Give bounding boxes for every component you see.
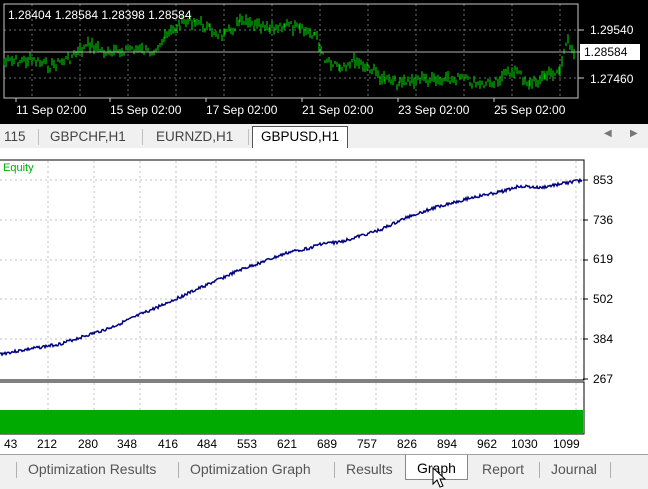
tab-divider xyxy=(178,462,179,478)
tab-divider xyxy=(248,129,249,145)
equity-chart-canvas xyxy=(0,159,588,435)
price-x-label: 21 Sep 02:00 xyxy=(302,103,374,117)
equity-x-label: 280 xyxy=(78,437,99,451)
scroll-right-icon[interactable]: ▶ xyxy=(630,128,638,139)
equity-y-label: 502 xyxy=(593,292,614,306)
equity-x-label: 1030 xyxy=(511,437,538,451)
equity-x-label: 826 xyxy=(397,437,418,451)
tab-symbol-gbpusd[interactable]: GBPUSD,H1 xyxy=(252,126,349,149)
equity-x-label: 484 xyxy=(197,437,218,451)
equity-x-label: 1099 xyxy=(553,437,580,451)
equity-x-label: 894 xyxy=(437,437,458,451)
tab-results[interactable]: Results xyxy=(346,459,393,479)
tester-tab-bar: Optimization Results Optimization Graph … xyxy=(0,454,648,489)
price-x-label: 15 Sep 02:00 xyxy=(110,103,182,117)
tab-divider xyxy=(38,129,39,145)
equity-y-label: 384 xyxy=(593,332,614,346)
tab-divider xyxy=(334,462,335,478)
equity-legend-label: Equity xyxy=(3,162,34,174)
price-chart[interactable]: 1.28404 1.28584 1.28398 1.28584 1.29540 … xyxy=(0,0,648,124)
equity-chart[interactable]: Equity 853 736 619 502 384 267 43 212 28… xyxy=(0,148,648,454)
tab-symbol-eurnzd[interactable]: EURNZD,H1 xyxy=(156,127,233,147)
equity-x-label: 689 xyxy=(317,437,338,451)
scroll-left-icon[interactable]: ◀ xyxy=(604,128,612,139)
price-x-label: 17 Sep 02:00 xyxy=(206,103,278,117)
mouse-cursor-icon xyxy=(432,467,447,488)
tab-symbol-gbpchf[interactable]: GBPCHF,H1 xyxy=(50,127,126,147)
tab-symbol-115[interactable]: 115 xyxy=(4,127,26,147)
equity-x-label: 348 xyxy=(117,437,138,451)
tab-report[interactable]: Report xyxy=(482,459,524,479)
equity-y-label: 267 xyxy=(593,372,614,386)
price-x-label: 11 Sep 02:00 xyxy=(16,103,87,117)
equity-x-label: 621 xyxy=(277,437,298,451)
tab-optimization-results[interactable]: Optimization Results xyxy=(28,459,156,479)
tab-divider xyxy=(16,462,17,478)
symbol-tab-bar: 115 GBPCHF,H1 EURNZD,H1 GBPUSD,H1 ◀ ▶ xyxy=(0,124,648,149)
tab-divider xyxy=(142,129,143,145)
current-price-label: 1.28584 xyxy=(580,44,640,60)
price-y-label-bottom: 1.27460 xyxy=(590,72,634,86)
equity-x-label: 212 xyxy=(37,437,58,451)
tab-divider xyxy=(610,462,611,478)
tab-journal[interactable]: Journal xyxy=(551,459,597,479)
equity-x-label: 553 xyxy=(237,437,258,451)
equity-x-label: 43 xyxy=(4,437,18,451)
equity-x-label: 757 xyxy=(357,437,378,451)
tab-divider xyxy=(539,462,540,478)
price-x-label: 23 Sep 02:00 xyxy=(398,103,470,117)
equity-y-label: 619 xyxy=(593,252,614,266)
tab-optimization-graph[interactable]: Optimization Graph xyxy=(190,459,311,479)
price-y-label-top: 1.29540 xyxy=(590,23,634,37)
price-x-label: 25 Sep 02:00 xyxy=(494,103,566,117)
ohlc-readout: 1.28404 1.28584 1.28398 1.28584 xyxy=(8,8,192,22)
deals-bar xyxy=(0,410,583,434)
equity-y-label: 853 xyxy=(593,173,614,187)
equity-x-label: 416 xyxy=(158,437,179,451)
equity-x-label: 962 xyxy=(477,437,498,451)
equity-y-label: 736 xyxy=(593,213,614,227)
